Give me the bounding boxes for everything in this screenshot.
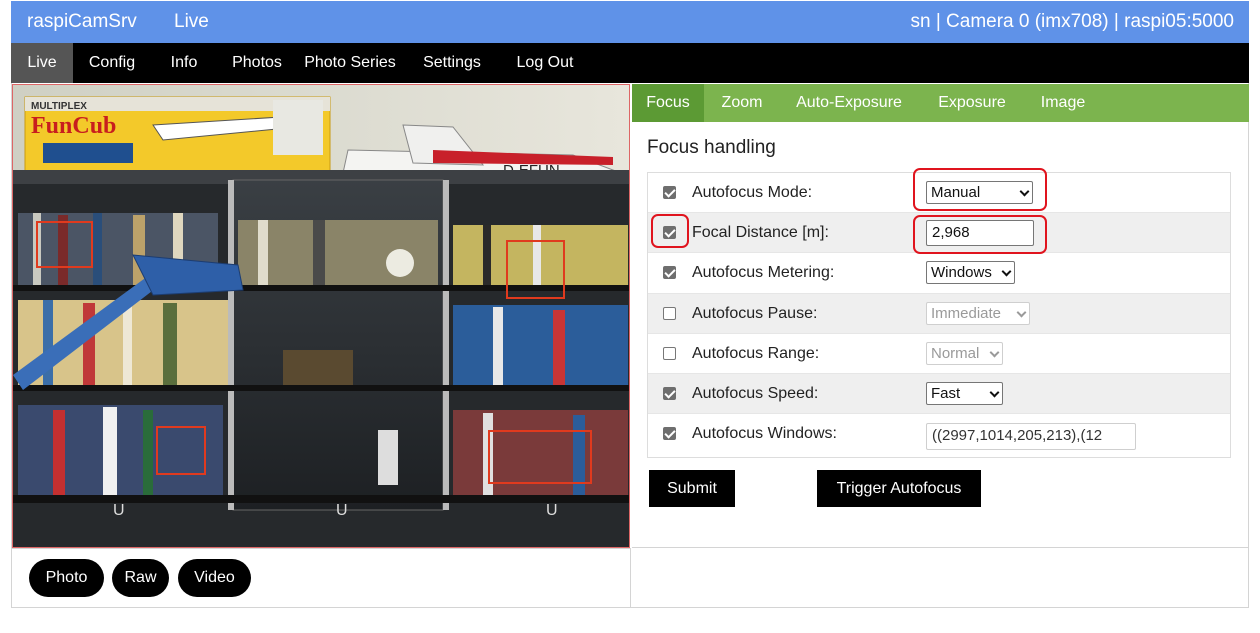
highlight-focal-distance-input (913, 215, 1047, 254)
camera-image: MULTIPLEX FunCub D-EFUN (13, 85, 629, 547)
section-title: Focus handling (647, 137, 776, 158)
highlight-autofocus-mode (913, 168, 1047, 211)
photo-button[interactable]: Photo (29, 559, 104, 597)
nav-item-info[interactable]: Info (156, 43, 212, 83)
svg-text:U: U (546, 502, 558, 519)
autofocus-speed-value: Fast (931, 385, 961, 402)
row-autofocus-windows: Autofocus Windows: ((2997,1014,205,213),… (648, 414, 1230, 457)
chevron-down-icon (1001, 266, 1012, 277)
nav-item-settings[interactable]: Settings (411, 43, 493, 83)
autofocus-pause-select[interactable]: Immediate (926, 302, 1030, 325)
nav-item-log-out[interactable]: Log Out (505, 43, 585, 83)
highlight-focal-distance-checkbox (651, 214, 689, 248)
main-nav: Live Config Info Photos Photo Series Set… (11, 43, 1249, 83)
autofocus-range-value: Normal (931, 345, 980, 362)
tab-auto-exposure[interactable]: Auto-Exposure (784, 84, 914, 122)
video-button[interactable]: Video (178, 559, 251, 597)
top-bar: raspiCamSrv Live sn | Camera 0 (imx708) … (11, 1, 1249, 43)
funcub-box: MULTIPLEX FunCub (24, 96, 331, 173)
autofocus-metering-select[interactable]: Windows (926, 261, 1015, 284)
trigger-autofocus-button[interactable]: Trigger Autofocus (817, 470, 981, 507)
autofocus-metering-value: Windows (931, 264, 992, 281)
autofocus-windows-label: Autofocus Windows: (692, 425, 837, 442)
nav-item-photos[interactable]: Photos (221, 43, 293, 83)
box-brand-text: MULTIPLEX (31, 101, 87, 112)
row-autofocus-metering: Autofocus Metering: Windows (648, 253, 1230, 294)
settings-tabs: Focus Zoom Auto-Exposure Exposure Image (632, 84, 1249, 122)
autofocus-pause-value: Immediate (931, 305, 1002, 322)
autofocus-range-label: Autofocus Range: (692, 345, 820, 362)
camera-status: sn | Camera 0 (imx708) | raspi05:5000 (910, 11, 1234, 32)
tab-exposure[interactable]: Exposure (922, 84, 1022, 122)
submit-button[interactable]: Submit (649, 470, 735, 507)
svg-text:U: U (113, 502, 125, 519)
divider (632, 547, 1249, 548)
app-title[interactable]: raspiCamSrv (27, 11, 137, 33)
tab-zoom[interactable]: Zoom (708, 84, 776, 122)
autofocus-range-select[interactable]: Normal (926, 342, 1003, 365)
chevron-down-icon (1016, 307, 1027, 318)
autofocus-pause-label: Autofocus Pause: (692, 305, 818, 322)
autofocus-speed-checkbox[interactable] (663, 387, 676, 400)
svg-text:U: U (336, 502, 348, 519)
nav-item-live[interactable]: Live (11, 43, 73, 83)
autofocus-pause-checkbox[interactable] (663, 307, 676, 320)
autofocus-speed-select[interactable]: Fast (926, 382, 1003, 405)
row-autofocus-pause: Autofocus Pause: Immediate (648, 294, 1230, 334)
focal-distance-label: Focal Distance [m]: (692, 224, 829, 241)
tab-image[interactable]: Image (1028, 84, 1098, 122)
autofocus-range-checkbox[interactable] (663, 347, 676, 360)
nav-item-photo-series[interactable]: Photo Series (299, 43, 401, 83)
nav-item-config[interactable]: Config (75, 43, 149, 83)
autofocus-metering-label: Autofocus Metering: (692, 264, 835, 281)
autofocus-windows-checkbox[interactable] (663, 427, 676, 440)
autofocus-speed-label: Autofocus Speed: (692, 385, 819, 402)
chevron-down-icon (989, 347, 1000, 358)
page-title: Live (174, 11, 209, 32)
capture-toolbar: Photo Raw Video (12, 548, 631, 607)
books-right (453, 225, 628, 495)
raw-button[interactable]: Raw (112, 559, 169, 597)
row-autofocus-speed: Autofocus Speed: Fast (648, 374, 1230, 414)
autofocus-windows-input[interactable]: ((2997,1014,205,213),(12 (926, 423, 1136, 450)
row-autofocus-range: Autofocus Range: Normal (648, 334, 1230, 374)
autofocus-metering-checkbox[interactable] (663, 266, 676, 279)
autofocus-mode-checkbox[interactable] (663, 186, 676, 199)
chevron-down-icon (989, 387, 1000, 398)
autofocus-mode-label: Autofocus Mode: (692, 184, 813, 201)
box-model-text: FunCub (31, 113, 116, 139)
tab-focus[interactable]: Focus (632, 84, 704, 122)
camera-live-view[interactable]: MULTIPLEX FunCub D-EFUN (12, 84, 630, 548)
